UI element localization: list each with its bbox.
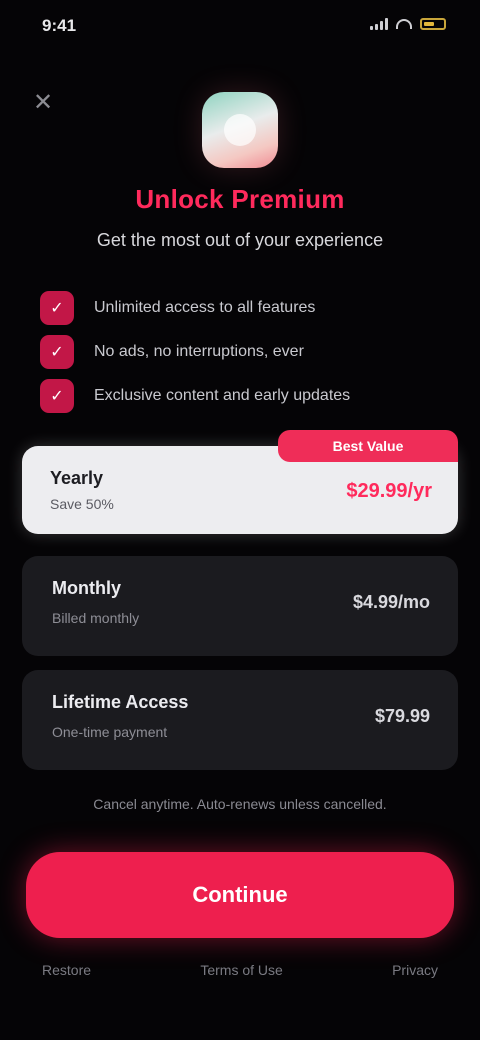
- terms-link[interactable]: Terms of Use: [200, 962, 282, 978]
- plan-price: $29.99/yr: [346, 480, 432, 502]
- check-icon: ✓: [40, 291, 74, 325]
- plan-name: Yearly: [50, 468, 104, 488]
- plan-name: Lifetime Access: [52, 692, 189, 712]
- page-subtitle: Get the most out of your experience: [96, 230, 384, 250]
- plan-option-monthly[interactable]: Monthly Billed monthly $4.99/mo: [22, 556, 458, 656]
- plan-description: Save 50%: [50, 496, 114, 512]
- page-title: Unlock Premium: [135, 184, 345, 214]
- app-logo: [202, 92, 278, 168]
- footer-links: Restore Terms of Use Privacy: [0, 962, 480, 978]
- continue-button[interactable]: Continue: [26, 852, 454, 938]
- privacy-link[interactable]: Privacy: [392, 962, 438, 978]
- plan-name: Monthly: [52, 578, 121, 598]
- feature-label: No ads, no interruptions, ever: [94, 343, 304, 360]
- plan-option-yearly[interactable]: Best Value Yearly Save 50% $29.99/yr: [22, 430, 458, 534]
- feature-item: ✓ No ads, no interruptions, ever: [40, 330, 440, 374]
- status-icons: [370, 18, 446, 30]
- status-time: 9:41: [42, 16, 77, 35]
- plan-price: $4.99/mo: [352, 592, 430, 612]
- restore-link[interactable]: Restore: [42, 962, 91, 978]
- signal-icon: [370, 18, 388, 30]
- plan-description: Billed monthly: [52, 610, 140, 626]
- feature-item: ✓ Exclusive content and early updates: [40, 374, 440, 418]
- plan-description: One-time payment: [52, 724, 168, 740]
- fine-print: Cancel anytime. Auto-renews unless cance…: [93, 796, 387, 812]
- check-icon: ✓: [40, 335, 74, 369]
- check-icon: ✓: [40, 379, 74, 413]
- wifi-icon: [396, 19, 412, 29]
- battery-icon: [420, 18, 446, 30]
- app-logo-mark: [224, 114, 256, 146]
- plan-option-lifetime[interactable]: Lifetime Access One-time payment $79.99: [22, 670, 458, 770]
- status-bar: 9:41: [0, 0, 480, 50]
- feature-item: ✓ Unlimited access to all features: [40, 286, 440, 330]
- plan-price: $79.99: [374, 706, 430, 726]
- feature-list: ✓ Unlimited access to all features ✓ No …: [40, 286, 440, 418]
- close-icon[interactable]: ✕: [26, 86, 60, 120]
- feature-label: Unlimited access to all features: [94, 299, 316, 316]
- best-value-badge: Best Value: [278, 430, 458, 462]
- feature-label: Exclusive content and early updates: [94, 387, 351, 404]
